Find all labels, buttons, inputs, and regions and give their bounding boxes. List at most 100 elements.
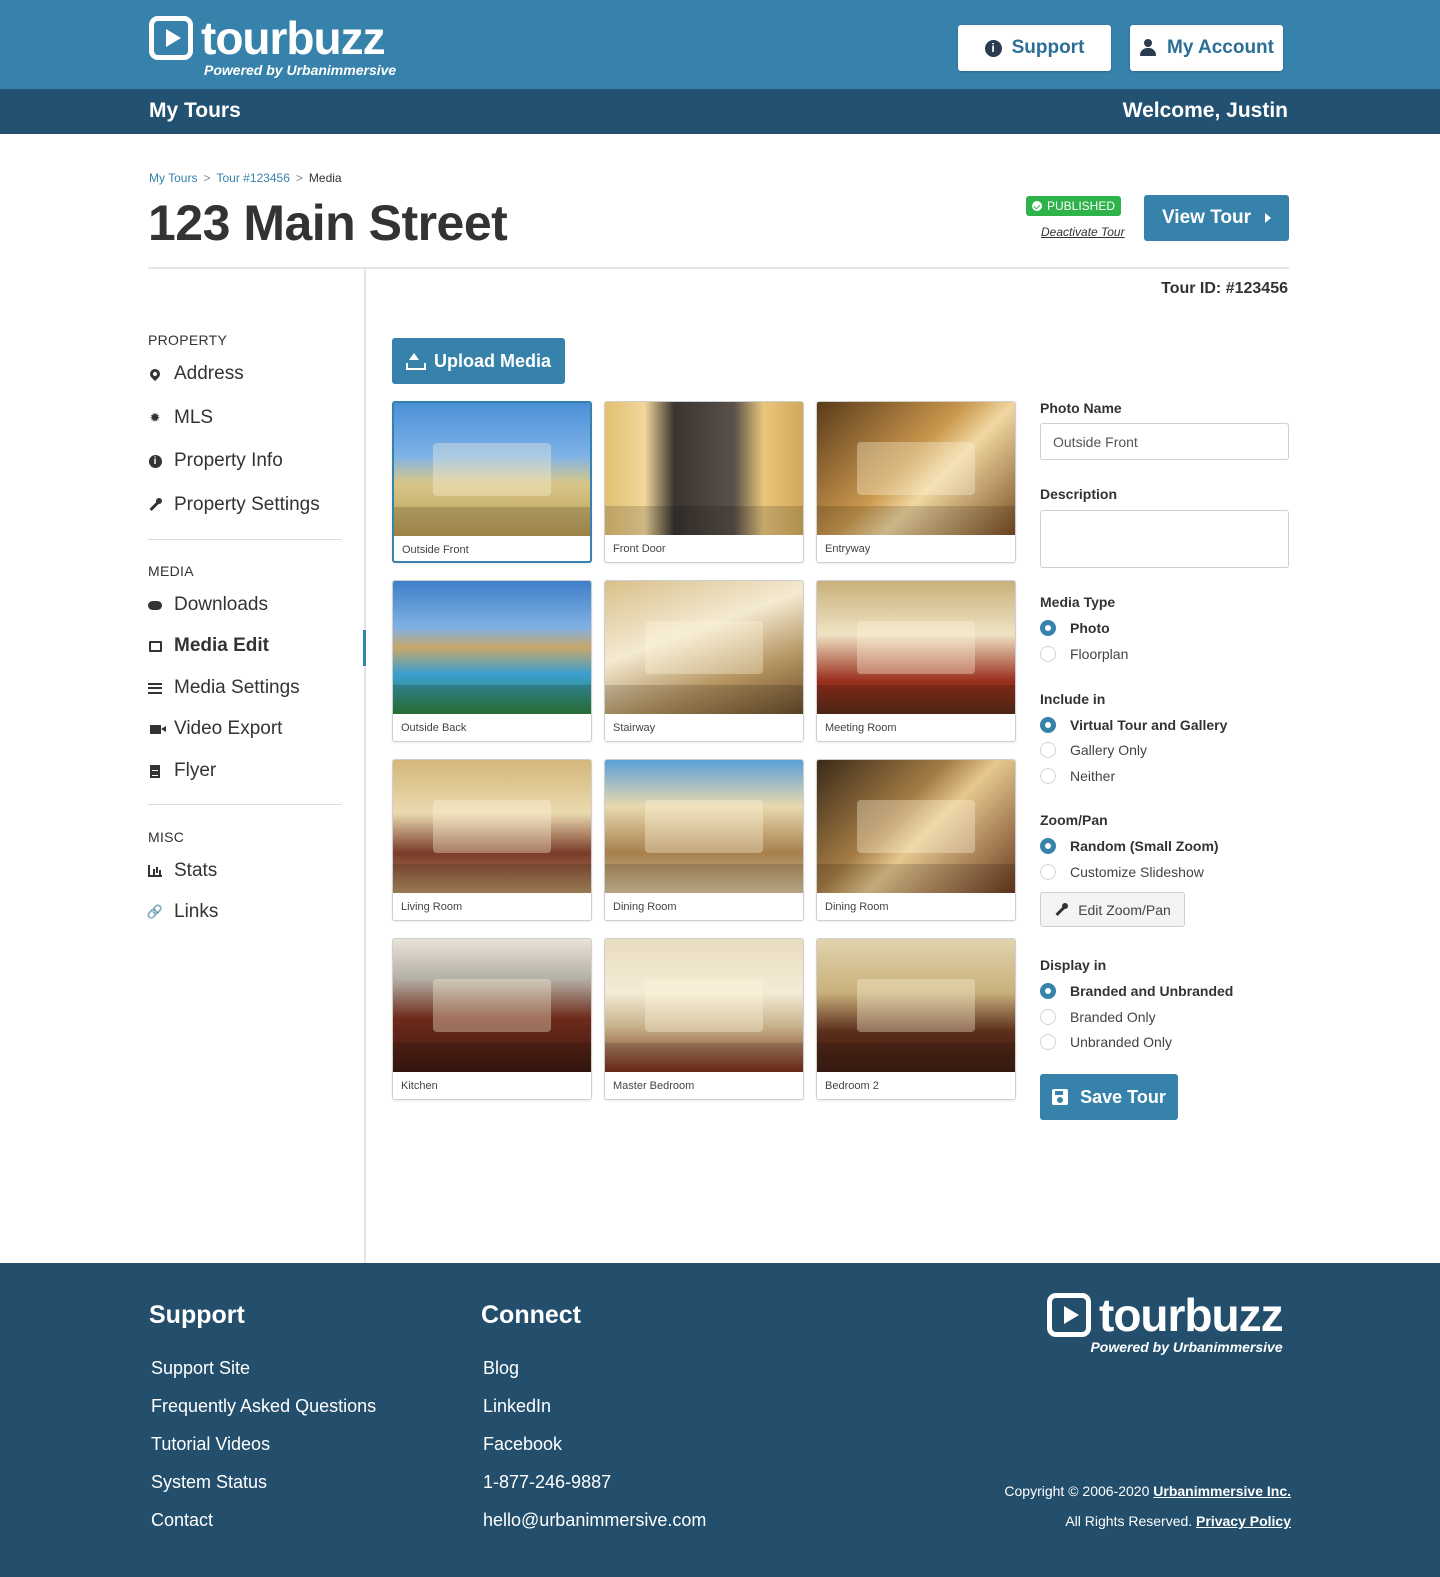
zoom-random-radio[interactable]: Random (Small Zoom): [1040, 838, 1219, 854]
sidebar-item-property-settings[interactable]: Property Settings: [148, 494, 320, 516]
rights: All Rights Reserved. Privacy Policy: [1065, 1513, 1291, 1529]
radio-label: Gallery Only: [1070, 742, 1148, 758]
status-badge-label: PUBLISHED: [1046, 199, 1116, 213]
photo-thumbnail: [817, 939, 1015, 1072]
footer-link-faq[interactable]: Frequently Asked Questions: [151, 1396, 376, 1417]
sidebar-item-label: Links: [174, 901, 219, 922]
footer-link-email[interactable]: hello@urbanimmersive.com: [483, 1510, 706, 1531]
link-icon: 🔗: [146, 904, 164, 919]
display-branded-unbranded-radio[interactable]: Branded and Unbranded: [1040, 983, 1233, 999]
media-card[interactable]: Entryway: [816, 401, 1016, 563]
media-card[interactable]: Living Room: [392, 759, 592, 921]
upload-media-button[interactable]: Upload Media: [392, 338, 565, 384]
footer-link-blog[interactable]: Blog: [483, 1358, 519, 1379]
company-link[interactable]: Urbanimmersive Inc.: [1153, 1483, 1291, 1499]
photo-name-input[interactable]: [1040, 423, 1289, 460]
include-tour-gallery-radio[interactable]: Virtual Tour and Gallery: [1040, 717, 1227, 733]
sidebar-item-label: Property Info: [174, 450, 283, 471]
sidebar-item-mls[interactable]: ✹ MLS: [148, 407, 214, 429]
media-card[interactable]: Stairway: [604, 580, 804, 742]
footer-link-contact[interactable]: Contact: [151, 1510, 213, 1531]
breadcrumb-tour[interactable]: Tour #123456: [216, 171, 289, 185]
media-card-label: Entryway: [825, 543, 871, 555]
sidebar-item-address[interactable]: Address: [147, 363, 244, 385]
tour-id: Tour ID: #123456: [1161, 280, 1288, 297]
sidebar-item-label: Media Edit: [174, 635, 270, 656]
photo-thumbnail: [393, 939, 591, 1072]
media-card-label: Dining Room: [613, 901, 677, 913]
info-icon: i: [148, 454, 162, 468]
breadcrumb-my-tours[interactable]: My Tours: [149, 171, 197, 185]
footer-link-support-site[interactable]: Support Site: [151, 1358, 250, 1379]
footer-link-tutorials[interactable]: Tutorial Videos: [151, 1434, 270, 1455]
play-logo-icon: [149, 16, 193, 60]
radio-button: [1040, 620, 1056, 636]
my-account-button[interactable]: My Account: [1130, 25, 1283, 71]
sidebar-item-label: Address: [174, 363, 244, 384]
footer-logo-text: tourbuzz: [1099, 1289, 1284, 1341]
check-circle-icon: [1031, 201, 1042, 211]
tourbuzz-logo[interactable]: tourbuzz Powered by Urbanimmersive: [149, 15, 396, 78]
include-neither-radio[interactable]: Neither: [1040, 768, 1115, 784]
media-card[interactable]: Outside Front: [392, 401, 592, 563]
zoom-customize-radio[interactable]: Customize Slideshow: [1040, 864, 1204, 880]
sidebar-item-property-info[interactable]: i Property Info: [148, 450, 283, 472]
sidebar-item-flyer[interactable]: Flyer: [148, 760, 216, 782]
sidebar-item-media-edit[interactable]: Media Edit: [148, 635, 269, 657]
media-card[interactable]: Master Bedroom: [604, 938, 804, 1100]
footer-link-linkedin[interactable]: LinkedIn: [483, 1396, 551, 1417]
support-button[interactable]: i Support: [958, 25, 1111, 71]
media-type-floorplan-radio[interactable]: Floorplan: [1040, 646, 1128, 662]
photo-thumbnail: [393, 581, 591, 714]
radio-label: Branded and Unbranded: [1070, 983, 1234, 999]
sidebar-item-links[interactable]: 🔗 Links: [146, 901, 219, 923]
sidebar-item-video-export[interactable]: Video Export: [148, 718, 282, 740]
privacy-policy-link[interactable]: Privacy Policy: [1196, 1513, 1291, 1529]
document-icon: [148, 764, 162, 778]
media-type-photo-radio[interactable]: Photo: [1040, 620, 1110, 636]
zoom-pan-label: Zoom/Pan: [1040, 812, 1108, 828]
description-label: Description: [1040, 486, 1118, 502]
footer-tourbuzz-logo[interactable]: tourbuzz Powered by Urbanimmersive: [1047, 1289, 1284, 1355]
media-card[interactable]: Front Door: [604, 401, 804, 563]
sidebar-item-stats[interactable]: Stats: [148, 860, 217, 882]
footer-logo-tagline: Powered by Urbanimmersive: [1090, 1339, 1283, 1355]
section-label-property: PROPERTY: [148, 332, 228, 348]
breadcrumb-separator: >: [203, 171, 211, 185]
media-card-label: Front Door: [613, 543, 666, 555]
save-icon: [1052, 1089, 1069, 1105]
sidebar-item-media-settings[interactable]: Media Settings: [148, 677, 300, 699]
bar-chart-icon: [148, 864, 162, 878]
edit-zoom-pan-button[interactable]: Edit Zoom/Pan: [1040, 892, 1185, 927]
radio-button: [1040, 768, 1056, 784]
footer-link-phone[interactable]: 1-877-246-9887: [483, 1472, 611, 1493]
include-gallery-only-radio[interactable]: Gallery Only: [1040, 742, 1147, 758]
footer-link-system-status[interactable]: System Status: [151, 1472, 267, 1493]
media-card[interactable]: Dining Room: [816, 759, 1016, 921]
wrench-icon: [1054, 902, 1069, 917]
radio-label: Photo: [1070, 620, 1110, 636]
breadcrumb-separator: >: [295, 171, 303, 185]
media-card[interactable]: Outside Back: [392, 580, 592, 742]
footer-support-title: Support: [149, 1301, 245, 1329]
sidebar-item-downloads[interactable]: Downloads: [148, 594, 268, 616]
deactivate-tour-link[interactable]: Deactivate Tour: [1041, 225, 1125, 239]
footer-link-facebook[interactable]: Facebook: [483, 1434, 562, 1455]
sidebar-item-label: Flyer: [174, 760, 217, 781]
display-unbranded-only-radio[interactable]: Unbranded Only: [1040, 1034, 1172, 1050]
photo-thumbnail: [605, 402, 803, 535]
save-tour-button[interactable]: Save Tour: [1040, 1074, 1178, 1120]
media-card[interactable]: Dining Room: [604, 759, 804, 921]
media-card-label: Living Room: [401, 901, 463, 913]
media-card-label: Bedroom 2: [825, 1080, 879, 1092]
photo-thumbnail: [605, 760, 803, 893]
photo-thumbnail: [393, 760, 591, 893]
media-card[interactable]: Kitchen: [392, 938, 592, 1100]
media-card[interactable]: Meeting Room: [816, 580, 1016, 742]
view-tour-button[interactable]: View Tour: [1144, 195, 1289, 241]
display-branded-only-radio[interactable]: Branded Only: [1040, 1009, 1156, 1025]
media-card[interactable]: Bedroom 2: [816, 938, 1016, 1100]
my-tours-link[interactable]: My Tours: [149, 99, 241, 123]
description-textarea[interactable]: [1040, 510, 1289, 568]
top-header: tourbuzz Powered by Urbanimmersive i Sup…: [0, 0, 1440, 89]
